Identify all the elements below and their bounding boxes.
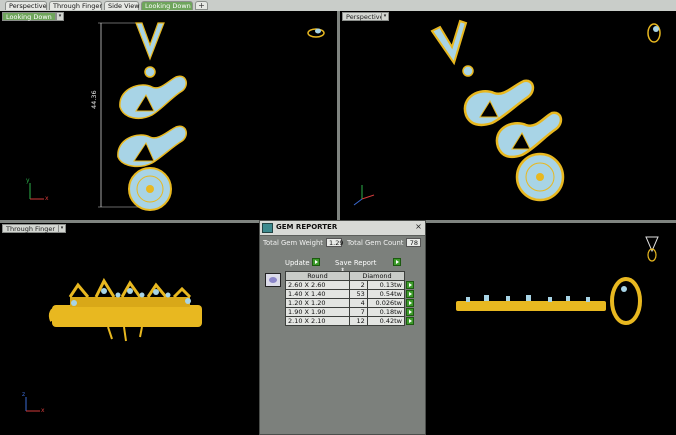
column-header-diamond: Diamond	[349, 271, 405, 281]
plus-icon: +	[198, 1, 205, 10]
select-gems-button[interactable]	[406, 281, 414, 289]
gem-table: Round Diamond 2.60 X 2.60 2 0.13tw 1.40 …	[285, 271, 416, 326]
table-row[interactable]: 1.20 X 1.20 4 0.026tw	[285, 298, 416, 308]
update-button[interactable]: Update	[285, 259, 310, 267]
table-row[interactable]: 2.10 X 2.10 12 0.42tw	[285, 316, 416, 326]
column-header-round: Round	[285, 271, 350, 281]
gem-weight: 0.13tw	[366, 280, 406, 290]
gem-weight: 0.026tw	[366, 298, 406, 308]
tab-through-finger[interactable]: Through Finger	[49, 1, 102, 10]
axis-x-label: x	[41, 407, 45, 414]
total-gem-weight-label: Total Gem Weight	[263, 239, 323, 247]
gem-count: 12	[349, 316, 368, 326]
close-icon[interactable]: ×	[414, 223, 423, 232]
select-gems-button[interactable]	[406, 299, 414, 307]
select-gems-button[interactable]	[406, 290, 414, 298]
select-gems-button[interactable]	[406, 308, 414, 316]
gem-size: 1.40 X 1.40	[285, 289, 350, 299]
update-go-button[interactable]	[312, 258, 320, 266]
add-tab-button[interactable]: +	[195, 1, 208, 10]
axis-y-label: y	[26, 177, 30, 184]
gem-size: 1.90 X 1.90	[285, 307, 350, 317]
pendant-perspective-render	[353, 19, 661, 206]
tab-looking-down[interactable]: Looking Down	[141, 1, 193, 10]
table-row[interactable]: 1.40 X 1.40 53 0.54tw	[285, 289, 416, 299]
axis-x-label: x	[45, 195, 49, 202]
select-gems-button[interactable]	[406, 317, 414, 325]
gem-size: 1.20 X 1.20	[285, 298, 350, 308]
gem-weight: 0.54tw	[366, 289, 406, 299]
height-dimension-label: 44.36	[90, 90, 98, 109]
tab-side-view[interactable]: Side View	[104, 1, 140, 10]
gem-reporter-title: GEM REPORTER	[276, 223, 338, 231]
pendant-side-render	[25, 277, 202, 412]
gem-weight: 0.18tw	[366, 307, 406, 317]
viewport-looking-down[interactable]: Looking Down ▾ 44.36 y x	[0, 11, 337, 220]
viewport-perspective[interactable]: Perspective ▾	[340, 11, 676, 220]
save-report-button[interactable]: Save Report	[335, 259, 376, 267]
viewport-through-finger[interactable]: Through Finger ▾ z x	[0, 223, 259, 435]
table-row[interactable]: 2.60 X 2.60 2 0.13tw	[285, 280, 416, 290]
viewport-side-view[interactable]	[426, 223, 676, 435]
table-row[interactable]: 1.90 X 1.90 7 0.18tw	[285, 307, 416, 317]
save-report-go-button[interactable]	[393, 258, 401, 266]
gem-count: 7	[349, 307, 368, 317]
gem-count: 2	[349, 280, 368, 290]
gem-table-header: Round Diamond	[285, 271, 416, 281]
pendant-profile-render	[456, 236, 659, 325]
gem-reporter-titlebar[interactable]: GEM REPORTER ×	[260, 221, 425, 236]
gem-count: 53	[349, 289, 368, 299]
gem-shape-icon[interactable]	[265, 273, 281, 287]
pendant-front-render	[29, 22, 325, 211]
total-gem-weight-value: 1.29	[326, 238, 343, 247]
total-gem-count-label: Total Gem Count	[347, 239, 404, 247]
gem-reporter-icon	[262, 223, 273, 233]
gem-size: 2.60 X 2.60	[285, 280, 350, 290]
gem-size: 2.10 X 2.10	[285, 316, 350, 326]
axis-z-label: z	[22, 391, 26, 398]
gem-reporter-panel: GEM REPORTER × Total Gem Weight 1.29 Tot…	[259, 220, 426, 435]
gem-count: 4	[349, 298, 368, 308]
tab-perspective[interactable]: Perspective	[5, 1, 47, 10]
total-gem-count-value: 78	[406, 238, 421, 247]
gem-weight: 0.42tw	[366, 316, 406, 326]
